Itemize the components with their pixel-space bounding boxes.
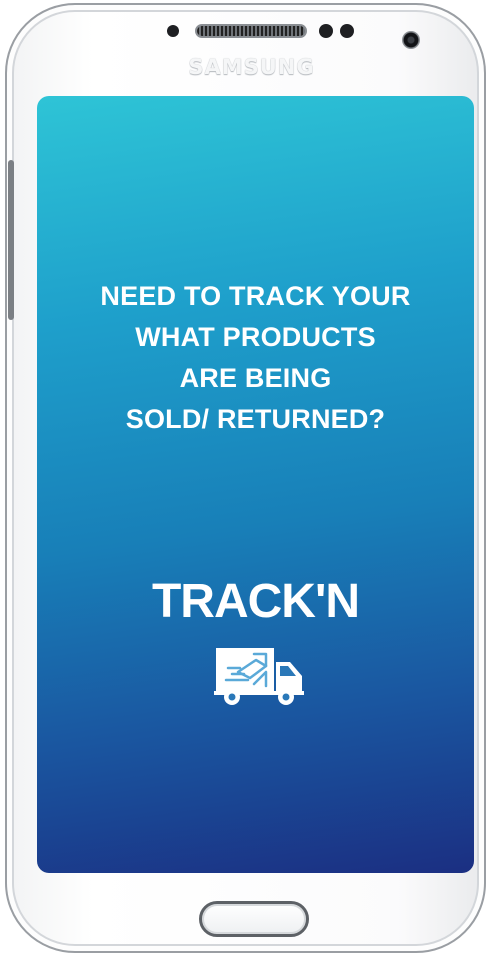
app-logo-text: TRACK'N xyxy=(151,575,360,628)
earpiece-speaker xyxy=(195,24,307,38)
home-button[interactable] xyxy=(199,901,309,937)
front-camera-icon xyxy=(402,31,420,49)
app-splash-screen[interactable]: NEED TO TRACK YOUR WHAT PRODUCTS ARE BEI… xyxy=(37,96,474,873)
brand-logo: SAMSUNG xyxy=(188,55,315,79)
splash-headline: NEED TO TRACK YOUR WHAT PRODUCTS ARE BEI… xyxy=(37,276,474,440)
light-sensor-dot xyxy=(319,24,333,38)
headline-line-2: WHAT PRODUCTS xyxy=(135,322,376,352)
headline-line-4: SOLD/ RETURNED? xyxy=(125,404,386,434)
headline-line-1: NEED TO TRACK YOUR xyxy=(100,281,411,311)
delivery-truck-icon xyxy=(214,648,304,705)
volume-key xyxy=(8,160,14,320)
proximity-sensor-dot xyxy=(167,25,179,37)
phone-frame: SAMSUNG NEED TO TRACK YOUR WHAT PRODUCTS… xyxy=(5,3,486,953)
ir-sensor-dot xyxy=(340,24,354,38)
headline-line-3: ARE BEING xyxy=(179,363,332,393)
